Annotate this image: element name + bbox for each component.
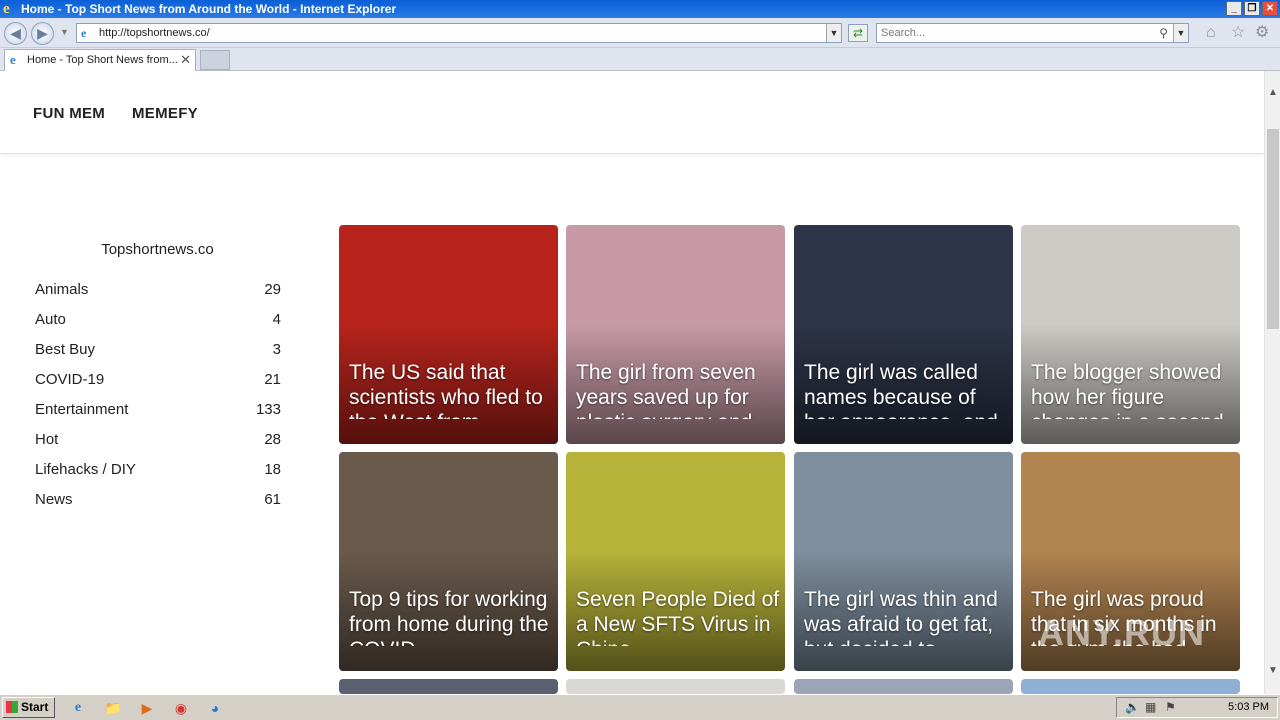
category-name: Animals [35, 281, 89, 298]
address-bar[interactable]: e http://topshortnews.co/ ▼ [76, 23, 842, 43]
article-card-partial[interactable] [794, 679, 1013, 694]
category-count: 133 [255, 401, 281, 418]
windows-flag-icon [6, 701, 18, 713]
clock[interactable]: 5:03 PM [1228, 701, 1269, 713]
folder-icon[interactable]: 📁 [103, 699, 123, 717]
page-viewport: FUN MEM MEMEFY Topshortnews.co Animals 2… [0, 71, 1264, 694]
category-entertainment[interactable]: Entertainment 133 [35, 401, 281, 418]
address-dropdown-icon[interactable]: ▼ [826, 24, 841, 42]
address-url: http://topshortnews.co/ [99, 27, 210, 39]
edge-icon[interactable]: ◕ [205, 699, 225, 717]
category-count: 4 [272, 311, 281, 328]
category-best-buy[interactable]: Best Buy 3 [35, 341, 281, 358]
close-button[interactable]: ✕ [1262, 1, 1278, 16]
scroll-thumb[interactable] [1267, 129, 1279, 329]
article-card-partial[interactable] [566, 679, 785, 694]
taskbar: Start e 📁 ▶ ◉ ◕ 🔈 ▦ ⚑ 5:03 PM [0, 694, 1280, 720]
article-card[interactable]: Seven People Died of a New SFTS Virus in… [566, 452, 785, 671]
address-toolbar: ◀ ▶ ▼ e http://topshortnews.co/ ▼ ⇄ Sear… [0, 18, 1280, 48]
article-card[interactable]: The girl was called names because of her… [794, 225, 1013, 444]
article-card-partial[interactable] [339, 679, 558, 694]
category-name: Entertainment [35, 401, 129, 418]
search-dropdown-icon[interactable]: ▼ [1173, 24, 1188, 42]
refresh-button[interactable]: ⇄ [848, 24, 868, 42]
article-card[interactable]: Top 9 tips for working from home during … [339, 452, 558, 671]
category-count: 29 [264, 281, 281, 298]
flag-notification-icon[interactable]: ⚑ [1165, 700, 1176, 714]
category-name: Best Buy [35, 341, 96, 358]
article-title[interactable]: The blogger showed how her figure change… [1031, 360, 1235, 419]
category-covid-19[interactable]: COVID-19 21 [35, 371, 281, 388]
tab-strip: e Home - Top Short News from... ✕ [0, 48, 1280, 71]
category-lifehacks-diy[interactable]: Lifehacks / DIY 18 [35, 461, 281, 478]
search-input[interactable]: Search... ⚲ ▼ [876, 23, 1189, 43]
category-name: Lifehacks / DIY [35, 461, 136, 478]
search-icon[interactable]: ⚲ [1159, 24, 1168, 42]
page-icon: e [81, 26, 87, 40]
nav-fun-mem[interactable]: FUN MEM [33, 105, 105, 122]
category-name: Hot [35, 431, 59, 448]
site-header: FUN MEM MEMEFY [0, 71, 1264, 154]
back-button[interactable]: ◀ [4, 22, 27, 45]
window-titlebar: e Home - Top Short News from Around the … [0, 0, 1280, 18]
article-title[interactable]: Top 9 tips for working from home during … [349, 587, 553, 646]
article-title[interactable]: Seven People Died of a New SFTS Virus in… [576, 587, 780, 646]
category-name: Auto [35, 311, 66, 328]
category-count: 28 [264, 431, 281, 448]
favorites-star-icon[interactable]: ☆ [1231, 25, 1245, 41]
category-news[interactable]: News 61 [35, 491, 281, 508]
tab-label: Home - Top Short News from... [27, 54, 178, 66]
tab-home[interactable]: e Home - Top Short News from... ✕ [4, 49, 196, 71]
forward-button[interactable]: ▶ [31, 22, 54, 45]
restore-button[interactable]: ❐ [1244, 1, 1260, 16]
ie-taskbar-icon[interactable]: e [68, 699, 88, 717]
ie-logo-icon: e [3, 1, 10, 17]
home-icon[interactable]: ⌂ [1206, 25, 1216, 41]
article-card[interactable]: The girl was thin and was afraid to get … [794, 452, 1013, 671]
article-card[interactable]: The US said that scientists who fled to … [339, 225, 558, 444]
page-scrollbar[interactable]: ▲ ▼ [1264, 71, 1280, 694]
history-dropdown-icon[interactable]: ▼ [60, 27, 69, 37]
article-title[interactable]: The girl was thin and was afraid to get … [804, 587, 1008, 646]
tab-favicon-icon: e [10, 52, 16, 67]
category-count: 61 [264, 491, 281, 508]
article-title[interactable]: The girl from seven years saved up for p… [576, 360, 780, 419]
sidebar-title: Topshortnews.co [101, 241, 214, 258]
new-tab-button[interactable] [200, 50, 230, 70]
category-name: COVID-19 [35, 371, 105, 388]
minimize-button[interactable]: _ [1226, 1, 1242, 16]
article-card[interactable]: The girl from seven years saved up for p… [566, 225, 785, 444]
gear-icon[interactable]: ⚙ [1255, 25, 1269, 41]
window-title: Home - Top Short News from Around the Wo… [21, 2, 397, 16]
start-label: Start [21, 700, 49, 714]
category-count: 3 [272, 341, 281, 358]
article-title[interactable]: The US said that scientists who fled to … [349, 360, 553, 419]
category-name: News [35, 491, 73, 508]
article-card[interactable]: The blogger showed how her figure change… [1021, 225, 1240, 444]
volume-icon[interactable]: 🔈 [1125, 700, 1140, 714]
system-tray: 🔈 ▦ ⚑ 5:03 PM [1116, 697, 1278, 718]
article-card-partial[interactable] [1021, 679, 1240, 694]
tab-close-icon[interactable]: ✕ [180, 50, 191, 70]
start-button[interactable]: Start [2, 697, 55, 718]
scroll-up-icon[interactable]: ▲ [1265, 85, 1280, 101]
category-animals[interactable]: Animals 29 [35, 281, 281, 298]
category-count: 18 [264, 461, 281, 478]
media-player-icon[interactable]: ▶ [137, 699, 157, 717]
search-placeholder: Search... [881, 27, 926, 39]
category-auto[interactable]: Auto 4 [35, 311, 281, 328]
article-title[interactable]: The girl was called names because of her… [804, 360, 1008, 419]
scroll-down-icon[interactable]: ▼ [1265, 663, 1280, 679]
chrome-icon[interactable]: ◉ [171, 699, 191, 717]
nav-memefy[interactable]: MEMEFY [132, 105, 198, 122]
anyrun-watermark: ANY.RUN [1038, 612, 1206, 653]
category-count: 21 [264, 371, 281, 388]
network-icon[interactable]: ▦ [1145, 700, 1156, 714]
category-hot[interactable]: Hot 28 [35, 431, 281, 448]
